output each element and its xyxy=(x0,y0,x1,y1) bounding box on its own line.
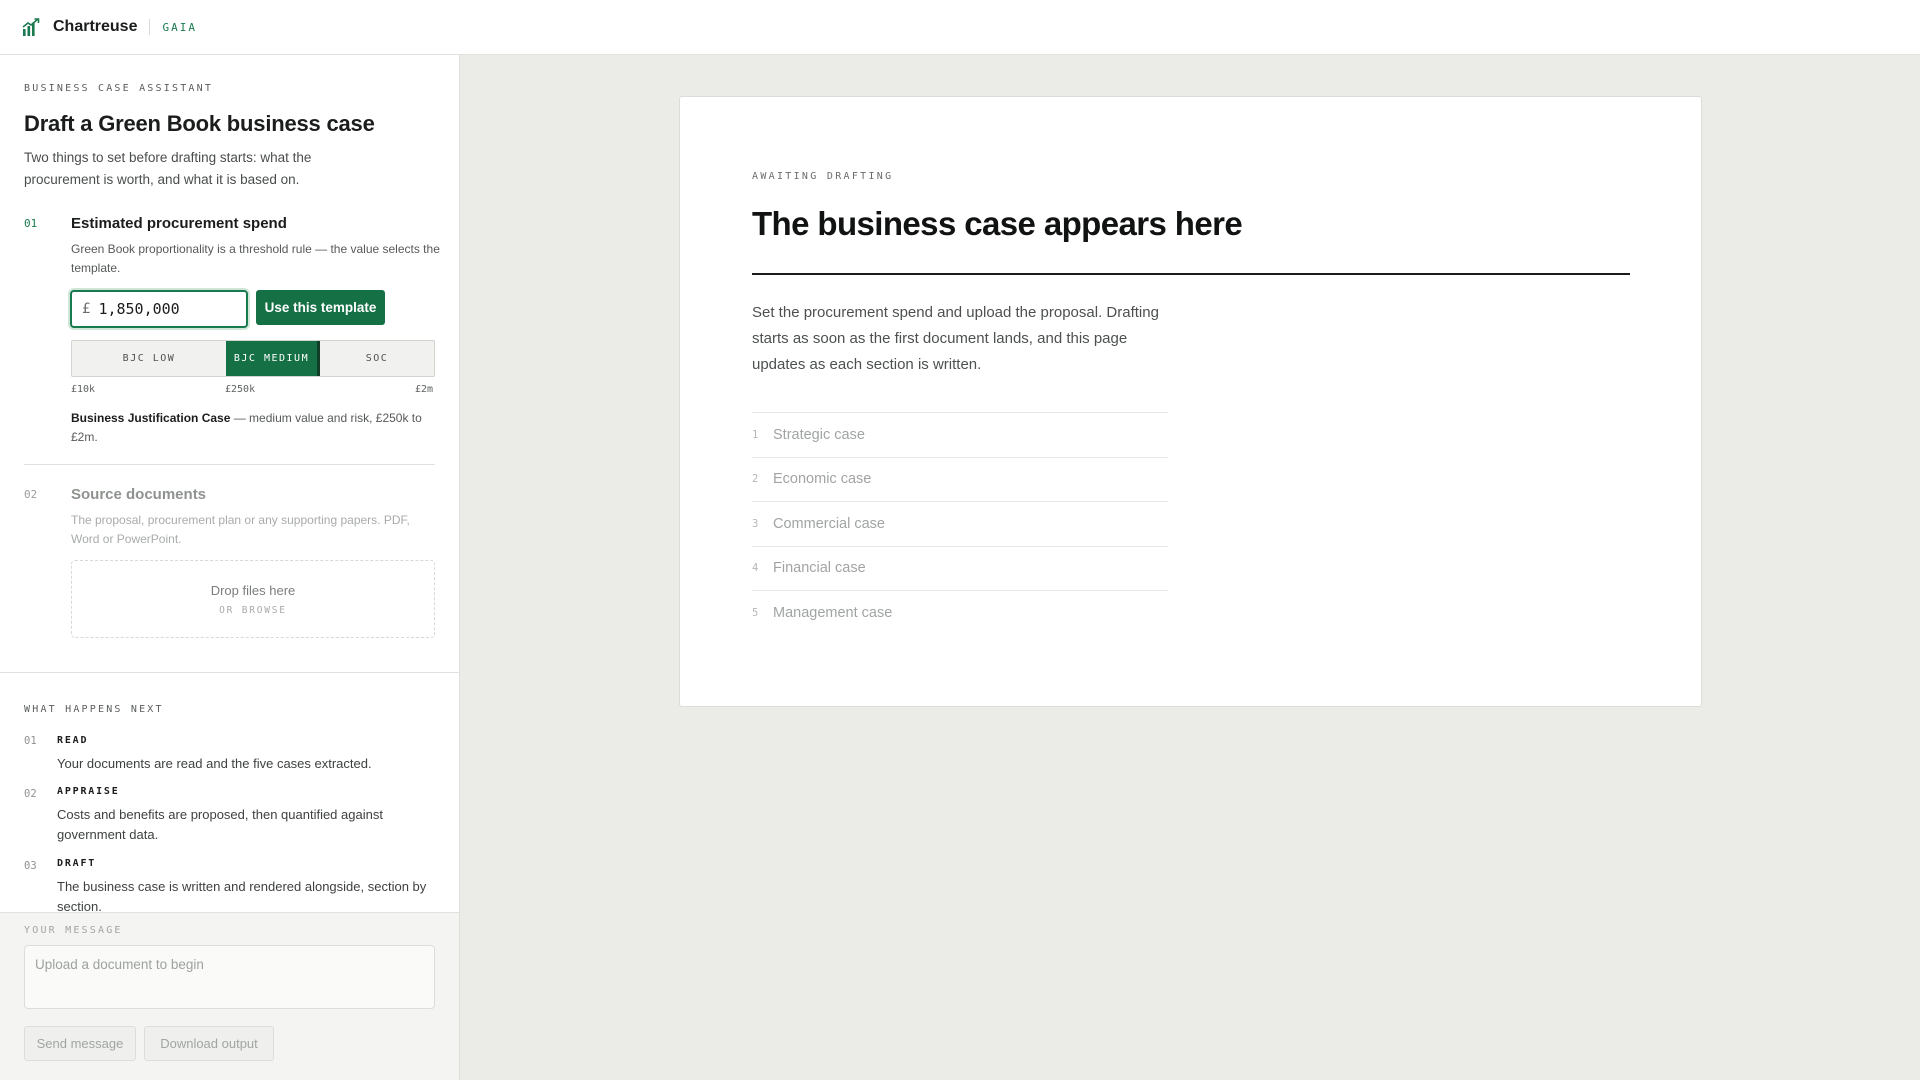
file-drop-zone[interactable]: Drop files here OR BROWSE xyxy=(71,560,435,638)
assistant-panel: BUSINESS CASE ASSISTANT Draft a Green Bo… xyxy=(0,55,460,1080)
next-step-heading: DRAFT xyxy=(57,858,97,869)
assistant-scroll-area[interactable]: BUSINESS CASE ASSISTANT Draft a Green Bo… xyxy=(0,55,459,912)
next-step-body: The business case is written and rendere… xyxy=(57,879,427,912)
browse-link[interactable]: OR BROWSE xyxy=(72,605,434,616)
section-number: 5 xyxy=(752,607,759,620)
download-output-button[interactable]: Download output xyxy=(144,1026,274,1061)
step-2-number: 02 xyxy=(24,488,38,501)
section-list: 1 Strategic case 2 Economic case 3 Comme… xyxy=(752,412,1168,636)
next-step-number: 03 xyxy=(24,860,37,872)
segment-bjc-low[interactable]: BJC LOW xyxy=(72,341,226,376)
section-label: Economic case xyxy=(773,471,872,488)
next-step-heading: READ xyxy=(57,735,89,746)
next-step-number: 01 xyxy=(24,735,37,747)
section-label: Financial case xyxy=(773,560,866,577)
section-divider xyxy=(0,672,459,673)
spend-value[interactable]: 1,850,000 xyxy=(98,300,179,318)
section-label: Strategic case xyxy=(773,426,865,443)
composer-label: YOUR MESSAGE xyxy=(24,925,123,936)
template-selector: BJC LOW BJC MEDIUM SOC xyxy=(71,340,435,377)
message-composer: YOUR MESSAGE Upload a document to begin … xyxy=(0,912,459,1080)
app-name[interactable]: Chartreuse xyxy=(53,18,137,36)
threshold-tick-low: £10k xyxy=(71,384,96,395)
section-number: 1 xyxy=(752,428,759,441)
panel-eyebrow: BUSINESS CASE ASSISTANT xyxy=(24,83,214,94)
threshold-tick-high: £2m xyxy=(415,384,434,395)
section-number: 3 xyxy=(752,517,759,530)
next-eyebrow: WHAT HAPPENS NEXT xyxy=(24,704,164,715)
document-body: Set the procurement spend and upload the… xyxy=(752,304,1159,373)
spend-input[interactable]: £ 1,850,000 xyxy=(70,290,248,328)
panel-intro: Two things to set before drafting starts… xyxy=(24,150,312,187)
app-tag: GAIA xyxy=(162,20,197,34)
document-title: The business case appears here xyxy=(752,205,1243,242)
currency-symbol: £ xyxy=(82,301,91,317)
next-step-number: 02 xyxy=(24,788,37,800)
section-item: 3 Commercial case xyxy=(752,502,1168,547)
step-2-description: The proposal, procurement plan or any su… xyxy=(71,513,410,546)
step-1-number: 01 xyxy=(24,217,38,230)
top-bar: Chartreuse GAIA xyxy=(0,0,1920,55)
section-item: 5 Management case xyxy=(752,591,1168,636)
step-1-title: Estimated procurement spend xyxy=(71,215,287,232)
threshold-tick-mid: £250k xyxy=(225,384,256,395)
section-item: 1 Strategic case xyxy=(752,413,1168,458)
next-step-body: Your documents are read and the five cas… xyxy=(57,756,372,771)
section-label: Commercial case xyxy=(773,515,885,532)
document-status: AWAITING DRAFTING xyxy=(752,171,894,182)
segment-bjc-medium[interactable]: BJC MEDIUM xyxy=(226,341,320,376)
title-rule xyxy=(752,273,1630,275)
section-item: 4 Financial case xyxy=(752,547,1168,591)
message-input[interactable]: Upload a document to begin xyxy=(24,945,435,1009)
drop-title: Drop files here xyxy=(210,583,296,598)
chart-logo-icon xyxy=(22,17,41,37)
panel-title: Draft a Green Book business case xyxy=(24,111,375,136)
next-step-body: Costs and benefits are proposed, then qu… xyxy=(57,807,383,842)
section-number: 4 xyxy=(752,562,759,575)
document-preview: AWAITING DRAFTING The business case appe… xyxy=(679,96,1702,707)
section-number: 2 xyxy=(752,473,759,486)
template-name: Business Justification Case xyxy=(71,411,231,425)
brand-divider xyxy=(149,19,151,35)
send-message-button[interactable]: Send message xyxy=(24,1026,136,1061)
section-item: 2 Economic case xyxy=(752,458,1168,502)
next-step-heading: APPRAISE xyxy=(57,786,120,797)
use-template-button[interactable]: Use this template xyxy=(256,290,385,325)
section-label: Management case xyxy=(773,605,893,622)
template-description: Business Justification Case — medium val… xyxy=(71,409,441,447)
step-divider xyxy=(24,464,435,465)
segment-soc[interactable]: SOC xyxy=(320,341,434,376)
step-2-title: Source documents xyxy=(71,486,207,503)
step-1-description: Green Book proportionality is a threshol… xyxy=(71,242,440,275)
